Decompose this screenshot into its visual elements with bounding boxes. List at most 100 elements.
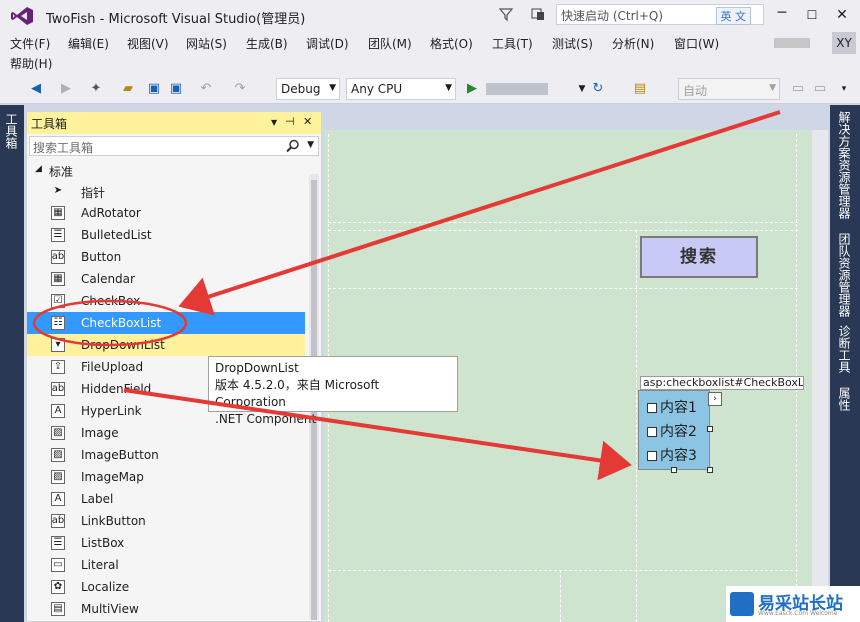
smart-tag-icon[interactable]: › [708,392,722,406]
toolbox-item[interactable]: ▦ Calendar [27,268,305,290]
minimize-button[interactable]: ─ [770,4,794,26]
tab-team-explorer[interactable]: 团队资源管理器 [837,233,853,317]
toolbox-item-label: DropDownList [81,338,165,352]
close-panel-icon[interactable]: ✕ [303,115,312,128]
menu-edit[interactable]: 编辑(E) [68,34,109,53]
browser-link-icon[interactable]: ▤ [632,81,648,97]
checkbox-square-icon[interactable] [647,427,657,437]
start-dropdown-icon[interactable]: ▼ [574,81,590,97]
search-icon[interactable] [286,139,300,153]
toolbox-item[interactable]: ☰ BulletedList [27,224,305,246]
search-button[interactable]: 搜索 [640,236,758,278]
refresh-icon[interactable]: ↻ [590,81,606,97]
toolbox-item[interactable]: ▨ ImageButton [27,444,305,466]
toolbox-item-label: AdRotator [81,206,141,220]
toolbar-overflow-icon[interactable]: ▾ [836,81,852,97]
toolbox-item[interactable]: ab Button [27,246,305,268]
menu-format[interactable]: 格式(O) [430,34,473,53]
toolbox-search-input[interactable]: 搜索工具箱 ▼ [29,136,319,156]
redo-icon[interactable]: ↷ [232,81,248,97]
toolbox-item[interactable]: ☷ CheckBoxList [27,312,305,334]
toolbox-item[interactable]: ▭ Literal [27,554,305,576]
format-icon[interactable]: ▭ [790,81,806,97]
save-all-icon[interactable]: ▣ [168,81,184,97]
watermark-subtext: Www.Easck.Com Welcome [758,610,838,617]
tab-solution-explorer[interactable]: 解决方案资源管理器 [837,111,853,219]
toolbox-group-standard[interactable]: ◢ 标准 [27,160,321,180]
tooltip-version: 版本 4.5.2.0，来自 Microsoft Corporation [215,378,380,409]
menu-team[interactable]: 团队(M) [368,34,412,53]
toolbox-item[interactable]: ✿ Localize [27,576,305,598]
target-select[interactable]: 自动 ▼ [678,78,780,100]
tab-diagnostic-tools[interactable]: 诊断工具 [837,325,853,373]
notifications-icon[interactable] [530,6,546,22]
menu-test[interactable]: 测试(S) [552,34,593,53]
toolbox-item[interactable]: ▾ DropDownList [27,334,305,356]
checkboxlist-control[interactable]: 内容1 内容2 内容3 [638,390,710,470]
checkbox-item-1[interactable]: 内容1 [647,397,697,417]
undo-icon[interactable]: ↶ [198,81,214,97]
toolbox-item[interactable]: A Label [27,488,305,510]
toolbox-side-tab[interactable]: 工具箱 [0,105,24,622]
tab-properties[interactable]: 属性 [837,387,853,411]
table-border [328,570,798,571]
start-target-redacted[interactable] [486,83,548,95]
toolbox-item-glyph: ☑ [53,295,63,306]
navigate-forward-icon[interactable]: ▶ [58,81,74,97]
menu-file[interactable]: 文件(F) [10,34,50,53]
checkbox-item-3[interactable]: 内容3 [647,445,697,465]
resize-handle[interactable] [707,426,713,432]
pin-icon[interactable]: ⊣ [285,115,295,128]
menu-build[interactable]: 生成(B) [246,34,288,53]
save-icon[interactable]: ▣ [146,81,162,97]
toolbox-item-glyph: ▤ [53,603,63,614]
checkbox-square-icon[interactable] [647,451,657,461]
navigate-back-icon[interactable]: ◀ [28,81,44,97]
feedback-filter-icon[interactable] [498,6,514,22]
toolbox-item[interactable]: ab LinkButton [27,510,305,532]
title-bar: TwoFish - Microsoft Visual Studio(管理员) 快… [0,0,860,32]
toolbox-item[interactable]: ▤ MultiView [27,598,305,620]
solution-configuration-select[interactable]: Debug ▼ [276,78,340,100]
collapse-triangle-icon[interactable]: ◢ [35,164,42,174]
toolbox-item[interactable]: ☰ ListBox [27,532,305,554]
toolbox-item-glyph: ☷ [53,317,63,328]
toolbox-item[interactable]: ➤ 指针 [27,180,305,202]
toolbox-item-glyph: A [54,493,62,504]
checkbox-square-icon[interactable] [647,403,657,413]
close-button[interactable]: ✕ [830,4,854,26]
designer-vertical-scrollbar[interactable] [812,130,828,622]
toolbox-item[interactable]: ▦ AdRotator [27,202,305,224]
toolbox-item-glyph: A [54,405,62,416]
menu-website[interactable]: 网站(S) [186,34,227,53]
toolbox-item-glyph: ⇪ [53,361,63,372]
watermark-logo-icon [730,592,754,616]
toolbox-item[interactable]: ☑ CheckBox [27,290,305,312]
user-avatar[interactable]: XY [832,32,856,54]
solution-platform-select[interactable]: Any CPU ▼ [346,78,456,100]
checkbox-item-2[interactable]: 内容2 [647,421,697,441]
toolbox-item-label: CheckBox [81,294,141,308]
toolbox-item[interactable]: ▨ ImageMap [27,466,305,488]
ime-language-badge[interactable]: 英 文 [715,7,751,25]
quick-launch-input[interactable]: 快速启动 (Ctrl+Q) 英 文 [556,4,764,25]
layout-icon[interactable]: ▭ [812,81,828,97]
menu-tools[interactable]: 工具(T) [492,34,533,53]
toolbox-header: 工具箱 ▼ ⊣ ✕ [27,112,321,134]
menu-window[interactable]: 窗口(W) [674,34,719,53]
maximize-button[interactable]: ☐ [800,4,824,26]
table-border [560,570,561,622]
menu-view[interactable]: 视图(V) [127,34,169,53]
new-project-icon[interactable]: ✦ [88,81,104,97]
resize-handle[interactable] [671,467,677,473]
menu-analyze[interactable]: 分析(N) [612,34,654,53]
resize-handle[interactable] [707,467,713,473]
open-file-icon[interactable]: ▰ [120,81,136,97]
start-debugging-icon[interactable]: ▶ [464,81,480,97]
user-name-redacted[interactable] [774,38,810,48]
toolbox-item-label: Image [81,426,119,440]
search-options-dropdown-icon[interactable]: ▼ [307,140,314,150]
menu-debug[interactable]: 调试(D) [306,34,349,53]
menu-help[interactable]: 帮助(H) [10,54,52,73]
window-position-icon[interactable]: ▼ [271,118,277,127]
